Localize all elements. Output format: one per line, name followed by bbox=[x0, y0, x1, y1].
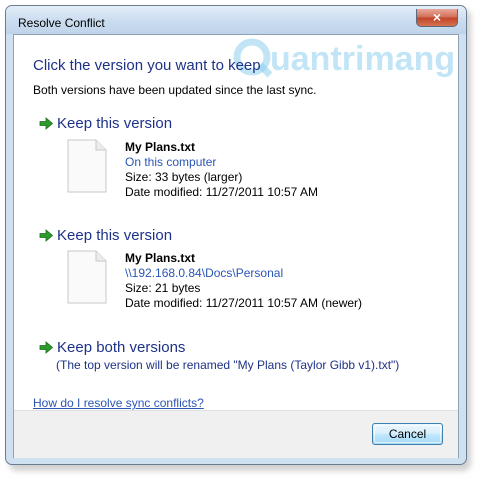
file-date-modified: Date modified: 11/27/2011 10:57 AM bbox=[125, 185, 319, 199]
text-file-icon bbox=[67, 250, 107, 304]
dialog-subheading: Both versions have been updated since th… bbox=[33, 83, 317, 97]
remote-file-details: My Plans.txt \\192.168.0.84\Docs\Persona… bbox=[125, 251, 362, 311]
file-location: \\192.168.0.84\Docs\Personal bbox=[125, 266, 284, 280]
close-button[interactable]: × bbox=[416, 9, 458, 27]
keep-both-versions-option[interactable]: Keep both versions bbox=[39, 337, 185, 357]
option-label: Keep this version bbox=[57, 114, 173, 132]
dialog-client-area: uantrimang Click the version you want to… bbox=[13, 34, 459, 458]
help-link[interactable]: How do I resolve sync conflicts? bbox=[33, 396, 204, 410]
cancel-label: Cancel bbox=[388, 427, 427, 441]
local-file-details: My Plans.txt On this computer Size: 33 b… bbox=[125, 140, 318, 200]
title-bar[interactable]: Resolve Conflict × bbox=[6, 6, 466, 34]
keep-remote-version-option[interactable]: Keep this version bbox=[39, 225, 172, 245]
green-arrow-icon bbox=[39, 116, 54, 130]
file-name: My Plans.txt bbox=[125, 251, 196, 265]
file-date-modified: Date modified: 11/27/2011 10:57 AM (newe… bbox=[125, 296, 363, 310]
text-file-icon bbox=[67, 139, 107, 193]
file-size: Size: 33 bytes (larger) bbox=[125, 170, 243, 184]
option-label: Keep this version bbox=[57, 226, 173, 244]
window-title: Resolve Conflict bbox=[18, 16, 105, 30]
resolve-conflict-dialog: Resolve Conflict × uantrimang Click the … bbox=[5, 5, 467, 465]
watermark-text: uantrimang bbox=[270, 40, 455, 78]
green-arrow-icon bbox=[39, 340, 54, 354]
dialog-footer: Cancel bbox=[14, 410, 458, 458]
green-arrow-icon bbox=[39, 228, 54, 242]
keep-local-version-option[interactable]: Keep this version bbox=[39, 113, 172, 133]
dialog-heading: Click the version you want to keep bbox=[33, 57, 261, 74]
option-label: Keep both versions bbox=[57, 338, 186, 356]
rename-note: (The top version will be renamed "My Pla… bbox=[56, 358, 400, 372]
file-size: Size: 21 bytes bbox=[125, 281, 201, 295]
cancel-button[interactable]: Cancel bbox=[372, 423, 443, 445]
dialog-content: uantrimang Click the version you want to… bbox=[14, 35, 458, 410]
file-name: My Plans.txt bbox=[125, 140, 196, 154]
file-location: On this computer bbox=[125, 155, 217, 169]
